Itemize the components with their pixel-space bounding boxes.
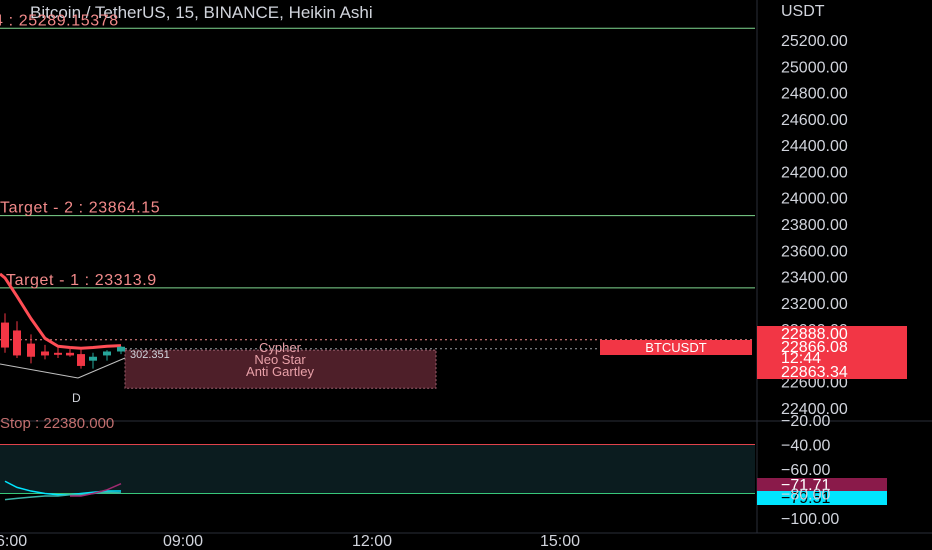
price-tick-label: 23600.00 xyxy=(781,243,848,260)
pattern-point-label: D xyxy=(72,391,81,405)
candle-body xyxy=(13,330,21,356)
chart-svg[interactable]: Bitcoin / TetherUS, 15, BINANCE, Heikin … xyxy=(0,0,932,550)
candle-body xyxy=(54,352,62,355)
oscillator-tick-label: −20.00 xyxy=(781,413,830,430)
time-tick-label: 09:00 xyxy=(163,533,203,550)
price-tick-label: 23200.00 xyxy=(781,296,848,313)
candle-body xyxy=(103,351,111,356)
price-tick-label: 23800.00 xyxy=(781,217,848,234)
candle-body xyxy=(66,352,74,356)
candle-body xyxy=(117,346,125,352)
target-label: Target - 2 : 23864.15 xyxy=(0,200,160,217)
oscillator-tick-label: −80.00 xyxy=(781,487,830,504)
price-tick-label: 25200.00 xyxy=(781,33,848,50)
oscillator-tick-label: −60.00 xyxy=(781,462,830,479)
candle-body xyxy=(27,343,35,357)
time-tick-label: 12:00 xyxy=(352,533,392,550)
candle-body xyxy=(77,354,85,366)
price-tick-label: 24000.00 xyxy=(781,191,848,208)
price-tick-label: 24400.00 xyxy=(781,138,848,155)
price-tick-label: 23400.00 xyxy=(781,270,848,287)
price-tick-label: 24600.00 xyxy=(781,112,848,129)
candle-body xyxy=(41,351,49,356)
currency-label: USDT xyxy=(781,3,825,20)
target-label: get - 4 : 25289.15378 xyxy=(0,12,119,29)
entry-label: 302.351 xyxy=(130,349,170,361)
pattern-line: Anti Gartley xyxy=(246,364,314,379)
oscillator-tick-label: −40.00 xyxy=(781,438,830,455)
stop-label: Stop : 22380.000 xyxy=(0,415,114,432)
candle-body xyxy=(89,356,97,361)
time-tick-label: 15:00 xyxy=(540,533,580,550)
target-label: Target - 1 : 23313.9 xyxy=(6,272,157,289)
price-tick-label: 24200.00 xyxy=(781,164,848,181)
oscillator-band xyxy=(0,444,755,494)
symbol-tag: BTCUSDT xyxy=(645,340,706,355)
price-tick-label: 25000.00 xyxy=(781,59,848,76)
price-tick-label: 24800.00 xyxy=(781,86,848,103)
oscillator-tick-label: −100.00 xyxy=(781,511,839,528)
time-tick-label: 6:00 xyxy=(0,533,27,550)
price-tag-label: 22863.34 xyxy=(781,364,848,381)
candle-body xyxy=(1,322,9,348)
